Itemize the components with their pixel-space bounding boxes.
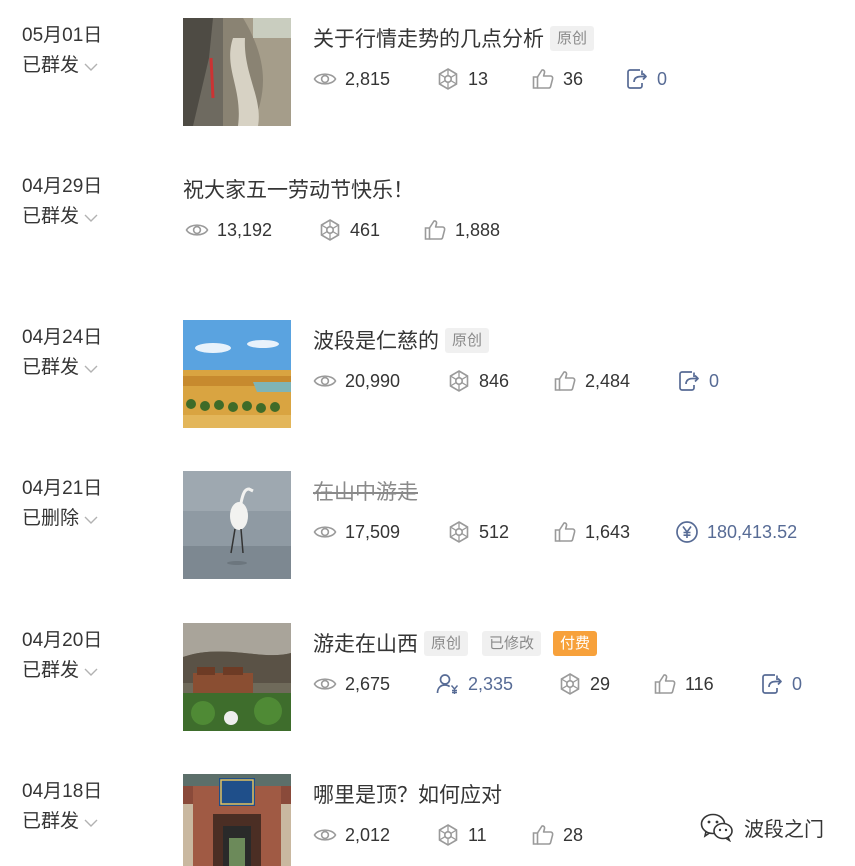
share-icon <box>447 369 471 393</box>
article-date: 04月24日 <box>22 327 103 348</box>
share-icon <box>436 823 460 847</box>
share-count: 461 <box>318 217 380 243</box>
like-count: 28 <box>531 822 583 848</box>
share-count: 13 <box>436 66 488 92</box>
article-title[interactable]: 游走在山西 <box>313 628 418 658</box>
thumbs-up-icon <box>553 369 577 393</box>
status-dropdown[interactable]: 已删除 <box>22 509 98 528</box>
article-date: 04月20日 <box>22 630 103 651</box>
article-item: 04月21日 已删除 在山中游走 17,509 512 1,643 180,41… <box>0 471 855 622</box>
share-count: 29 <box>558 671 610 697</box>
share-count: 512 <box>447 519 509 545</box>
eye-icon <box>313 520 337 544</box>
article-thumbnail[interactable] <box>183 471 291 579</box>
thumbs-up-icon <box>553 520 577 544</box>
status-label: 已删除 <box>22 508 80 529</box>
article-title[interactable]: 哪里是顶？如何应对 <box>313 779 502 809</box>
forward-count[interactable]: 0 <box>677 368 719 394</box>
thumbs-up-icon <box>653 672 677 696</box>
original-tag: 原创 <box>550 25 595 51</box>
forward-icon <box>677 369 701 393</box>
wechat-icon <box>700 813 733 842</box>
view-count: 2,815 <box>313 66 390 92</box>
view-count: 2,012 <box>313 822 390 848</box>
share-count: 846 <box>447 368 509 394</box>
status-label: 已群发 <box>22 55 80 76</box>
thumbs-up-icon <box>531 67 555 91</box>
chevron-down-icon <box>84 819 98 827</box>
view-count: 17,509 <box>313 519 400 545</box>
chevron-down-icon <box>84 214 98 222</box>
article-title[interactable]: 祝大家五一劳动节快乐！ <box>183 174 414 204</box>
yuan-icon <box>675 520 699 544</box>
like-count: 116 <box>653 671 714 697</box>
revenue-amount[interactable]: 180,413.52 <box>675 519 797 545</box>
status-dropdown[interactable]: 已群发 <box>22 207 98 226</box>
chevron-down-icon <box>84 516 98 524</box>
account-watermark: 波段之门 <box>700 812 824 842</box>
article-item: 04月24日 已群发 波段是仁慈的 原创 20,990 846 2,484 0 <box>0 320 855 471</box>
article-thumbnail[interactable] <box>183 18 291 126</box>
status-dropdown[interactable]: 已群发 <box>22 56 98 75</box>
share-icon <box>558 672 582 696</box>
like-count: 1,888 <box>423 217 500 243</box>
thumbs-up-icon <box>531 823 555 847</box>
forward-icon <box>760 672 784 696</box>
article-thumbnail[interactable] <box>183 623 291 731</box>
article-date: 04月21日 <box>22 478 103 499</box>
share-icon <box>447 520 471 544</box>
like-count: 1,643 <box>553 519 630 545</box>
view-count: 13,192 <box>185 217 272 243</box>
status-dropdown[interactable]: 已群发 <box>22 812 98 831</box>
status-label: 已群发 <box>22 206 80 227</box>
article-item: 04月29日 已群发 祝大家五一劳动节快乐！ 13,192 461 1,888 <box>0 169 855 320</box>
eye-icon <box>313 369 337 393</box>
article-title[interactable]: 在山中游走 <box>313 476 418 506</box>
paid-tag: 付费 <box>553 630 598 656</box>
article-date: 04月18日 <box>22 781 103 802</box>
status-dropdown[interactable]: 已群发 <box>22 661 98 680</box>
eye-icon <box>313 823 337 847</box>
article-thumbnail[interactable] <box>183 320 291 428</box>
article-item: 05月01日 已群发 关于行情走势的几点分析 原创 2,815 13 36 0 <box>0 18 855 169</box>
eye-icon <box>185 218 209 242</box>
chevron-down-icon <box>84 63 98 71</box>
status-dropdown[interactable]: 已群发 <box>22 358 98 377</box>
original-tag: 原创 <box>445 327 490 353</box>
thumbs-up-icon <box>423 218 447 242</box>
share-icon <box>318 218 342 242</box>
paid-reader-count[interactable]: 2,335 <box>436 671 513 697</box>
status-label: 已群发 <box>22 357 80 378</box>
like-count: 2,484 <box>553 368 630 394</box>
watermark-text: 波段之门 <box>744 818 824 841</box>
status-label: 已群发 <box>22 811 80 832</box>
eye-icon <box>313 67 337 91</box>
modified-tag: 已修改 <box>482 630 542 656</box>
view-count: 2,675 <box>313 671 390 697</box>
chevron-down-icon <box>84 668 98 676</box>
paid-user-icon <box>436 672 460 696</box>
article-thumbnail[interactable] <box>183 774 291 866</box>
article-title[interactable]: 关于行情走势的几点分析 <box>313 23 544 53</box>
article-item: 04月20日 已群发 游走在山西 原创 已修改 付费 2,675 2,335 2… <box>0 623 855 774</box>
forward-count[interactable]: 0 <box>760 671 802 697</box>
article-title[interactable]: 波段是仁慈的 <box>313 325 439 355</box>
forward-count[interactable]: 0 <box>625 66 667 92</box>
chevron-down-icon <box>84 365 98 373</box>
eye-icon <box>313 672 337 696</box>
view-count: 20,990 <box>313 368 400 394</box>
status-label: 已群发 <box>22 660 80 681</box>
forward-icon <box>625 67 649 91</box>
like-count: 36 <box>531 66 583 92</box>
share-count: 11 <box>436 822 487 848</box>
share-icon <box>436 67 460 91</box>
original-tag: 原创 <box>424 630 469 656</box>
article-date: 05月01日 <box>22 25 103 46</box>
article-date: 04月29日 <box>22 176 103 197</box>
